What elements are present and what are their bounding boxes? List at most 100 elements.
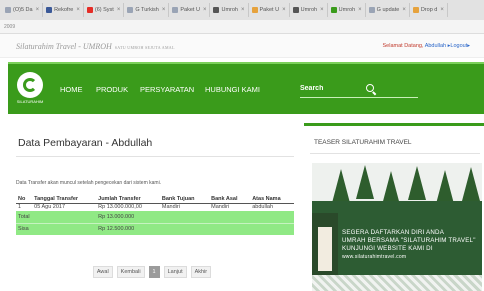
pagination-next-button[interactable]: Lanjut bbox=[163, 266, 187, 278]
close-tab-icon[interactable]: × bbox=[320, 7, 324, 13]
cell-jumlah: Rp 13.000.000,00 bbox=[98, 204, 142, 211]
sisa-value: Rp 12.500.000 bbox=[96, 222, 160, 235]
page-title: Data Pembayaran - Abdullah bbox=[18, 137, 153, 149]
column-header-tanggal: Tanggal Transfer bbox=[32, 195, 97, 204]
search-input[interactable] bbox=[300, 85, 360, 92]
cell-no: 1 bbox=[18, 204, 22, 211]
pagination-current-page[interactable]: 1 bbox=[148, 266, 160, 278]
sidebar-accent-bar bbox=[304, 123, 484, 126]
cell-bank-asal: Mandiri bbox=[211, 204, 230, 211]
cell-tanggal: 05 Agu 2017 bbox=[34, 204, 66, 211]
logo-mark-icon bbox=[17, 72, 43, 98]
page-icon bbox=[412, 7, 419, 13]
teaser-line-2: UMRAH BERSAMA "SILATURAHIM TRAVEL" bbox=[342, 237, 476, 244]
browser-tab[interactable]: Rekofre × bbox=[43, 3, 84, 17]
payment-table: No Tanggal Transfer Jumlah Transfer Bank… bbox=[16, 195, 294, 235]
pagination-first-button[interactable]: Awal bbox=[92, 266, 113, 278]
browser-tab-label: (O)5 Da bbox=[13, 7, 33, 13]
column-header-no: No bbox=[16, 195, 33, 204]
total-label: Total bbox=[16, 211, 97, 223]
nav-hubungi-kami[interactable]: HUBUNGI KAMI bbox=[205, 85, 260, 94]
column-header-atas-nama: Atas Nama bbox=[250, 195, 294, 204]
search-icon[interactable] bbox=[366, 83, 376, 94]
sisa-row: Sisa Rp 12.500.000 bbox=[16, 222, 294, 235]
browser-tab-label: G update bbox=[376, 7, 400, 13]
browser-tab[interactable]: Paket U × bbox=[249, 3, 290, 17]
close-tab-icon[interactable]: × bbox=[241, 7, 245, 13]
browser-tab-label: Drop d bbox=[420, 7, 438, 13]
browser-tab[interactable]: Paket U × bbox=[169, 3, 211, 17]
tree-icon bbox=[436, 170, 454, 204]
browser-tab[interactable]: G Turkish × bbox=[124, 3, 170, 17]
teaser-text: SEGERA DAFTARKAN DIRI ANDA UMRAH BERSAMA… bbox=[342, 229, 482, 261]
site-title-text: Silaturahim Travel - UMROH bbox=[16, 42, 112, 51]
close-tab-icon[interactable]: × bbox=[76, 7, 80, 13]
pagination-prev-button[interactable]: Kembali bbox=[116, 266, 145, 278]
close-tab-icon[interactable]: × bbox=[402, 7, 406, 13]
close-tab-icon[interactable]: × bbox=[36, 7, 40, 13]
nav-produk[interactable]: PRODUK bbox=[96, 85, 128, 94]
gate-icon bbox=[312, 213, 338, 283]
nav-persyaratan[interactable]: PERSYARATAN bbox=[140, 85, 194, 94]
browser-tab[interactable]: Drop d × bbox=[410, 3, 448, 17]
close-tab-icon[interactable]: × bbox=[358, 7, 362, 13]
close-tab-icon[interactable]: × bbox=[162, 7, 166, 13]
page-icon bbox=[5, 7, 11, 13]
browser-tab[interactable]: (6) Syst × bbox=[84, 3, 125, 17]
address-text: 2009 bbox=[4, 23, 16, 30]
logout-link[interactable]: ▸Logout▸ bbox=[448, 43, 470, 49]
browser-tab-label: Umroh bbox=[300, 7, 318, 13]
close-tab-icon[interactable]: × bbox=[117, 7, 121, 13]
welcome-prefix: Selamat Datang, bbox=[382, 43, 424, 49]
site-title[interactable]: Silaturahim Travel - UMROH SATU UMROH SEJ… bbox=[16, 42, 175, 51]
tree-icon bbox=[332, 169, 350, 203]
total-row: Total Rp 13.000.000 bbox=[16, 211, 294, 223]
page-icon bbox=[213, 7, 220, 13]
main-navbar: SILATURAHIM HOME PRODUK PERSYARATAN HUBU… bbox=[8, 62, 484, 114]
pencil-icon bbox=[330, 7, 337, 13]
close-tab-icon[interactable]: × bbox=[440, 7, 444, 13]
google-icon bbox=[127, 7, 134, 13]
title-divider bbox=[16, 156, 294, 157]
address-bar[interactable]: 2009 bbox=[0, 20, 484, 34]
browser-tab[interactable]: Umroh × bbox=[328, 3, 366, 17]
column-header-bank-tujuan: Bank Tujuan bbox=[159, 195, 210, 204]
browser-tab-label: Paket U bbox=[259, 7, 280, 13]
browser-tab-label: Umroh bbox=[221, 7, 238, 13]
sidebar-title: TEASER SILATURAHIM TRAVEL bbox=[314, 139, 412, 146]
teaser-line-1: SEGERA DAFTARKAN DIRI ANDA bbox=[342, 229, 445, 236]
teaser-banner-image[interactable]: SEGERA DAFTARKAN DIRI ANDA UMRAH BERSAMA… bbox=[312, 163, 482, 291]
browser-tab-label: (6) Syst bbox=[94, 7, 114, 13]
browser-tab-strip: (O)5 Da × Rekofre × (6) Syst × G Turkish × Paket… bbox=[0, 0, 484, 20]
browser-tab[interactable]: G update × bbox=[366, 3, 410, 17]
browser-tab-label: Paket U bbox=[180, 7, 200, 13]
column-header-bank-asal: Bank Asal bbox=[209, 195, 251, 204]
pagination-last-button[interactable]: Akhir bbox=[190, 266, 212, 278]
tree-icon bbox=[408, 166, 426, 200]
welcome-username[interactable]: Abdullah bbox=[425, 43, 446, 49]
sidebar-divider bbox=[310, 153, 480, 154]
welcome-message: Selamat Datang, Abdullah ▸Logout▸ bbox=[383, 43, 471, 49]
close-tab-icon[interactable]: × bbox=[203, 7, 207, 13]
main-content: Data Pembayaran - Abdullah Data Transfer… bbox=[8, 123, 296, 291]
site-tagline: SATU UMROH SEJUTA AMAL bbox=[114, 45, 175, 50]
cell-bank-tujuan: Mandiri bbox=[161, 204, 180, 211]
close-tab-icon[interactable]: × bbox=[282, 7, 286, 13]
pagination: Awal Kembali 1 Lanjut Akhir bbox=[8, 266, 296, 278]
column-header-jumlah: Jumlah Transfer bbox=[96, 195, 160, 204]
search-box bbox=[300, 80, 418, 98]
browser-tab[interactable]: (O)5 Da × bbox=[2, 3, 44, 17]
site-logo[interactable]: SILATURAHIM bbox=[16, 72, 44, 106]
browser-tab-label: G Turkish bbox=[135, 7, 159, 13]
nav-home[interactable]: HOME bbox=[60, 85, 83, 94]
tree-icon bbox=[462, 167, 480, 201]
teaser-url: www.silaturahimtravel.com bbox=[342, 254, 407, 260]
browser-tab[interactable]: Umroh × bbox=[210, 3, 249, 17]
page-icon bbox=[172, 7, 179, 13]
browser-tab[interactable]: Umroh × bbox=[290, 3, 328, 17]
info-text: Data Transfer akan muncul setelah pengec… bbox=[16, 180, 162, 186]
sidebar: TEASER SILATURAHIM TRAVEL SEGERA DAFTARK… bbox=[304, 123, 484, 291]
cell-atas-nama: abdullah bbox=[252, 204, 273, 211]
logo-caption: SILATURAHIM bbox=[16, 99, 44, 104]
folder-icon bbox=[251, 7, 258, 13]
